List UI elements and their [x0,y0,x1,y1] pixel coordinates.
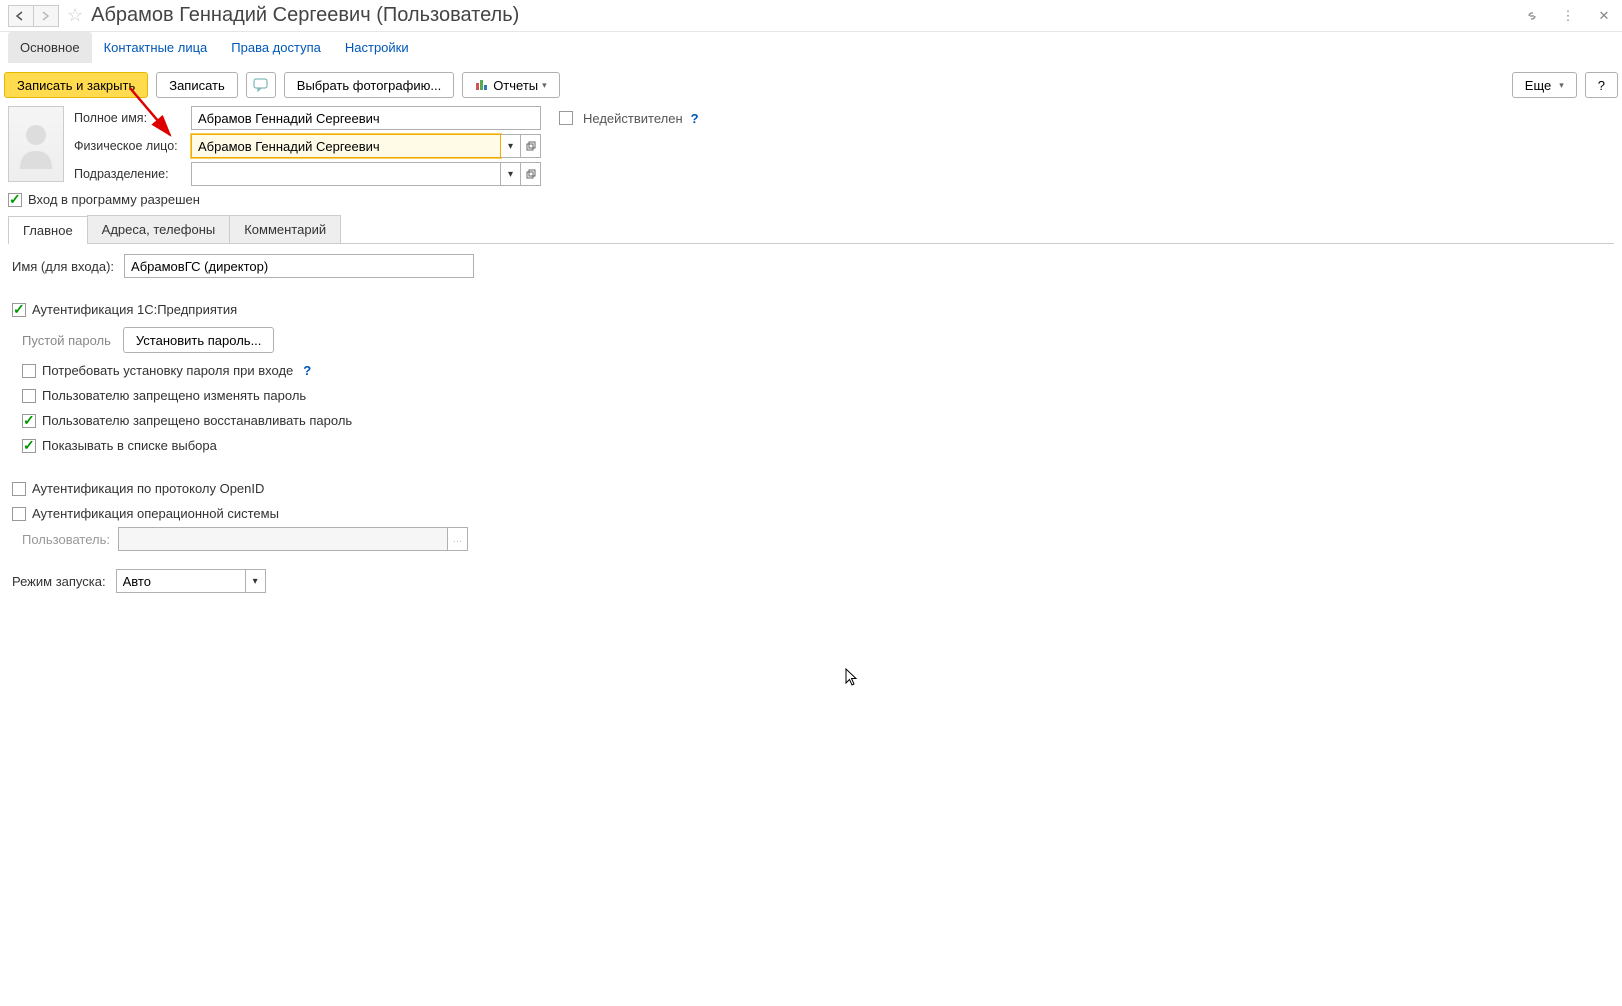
no-restore-label: Пользователю запрещено восстанавливать п… [42,413,352,428]
allow-login-checkbox[interactable] [8,193,22,207]
empty-password-text: Пустой пароль [22,333,111,348]
nav-forward-button[interactable] [33,5,59,27]
chevron-down-icon: ▾ [542,80,547,91]
main-nav-tabs: Основное Контактные лица Права доступа Н… [0,32,1622,64]
require-change-label: Потребовать установку пароля при входе [42,363,293,378]
invalid-help-icon[interactable]: ? [691,111,699,126]
person-open-button[interactable] [521,134,541,158]
help-button[interactable]: ? [1585,72,1618,98]
person-silhouette-icon [16,119,56,169]
speech-bubble-icon [253,78,269,92]
tab-main[interactable]: Основное [8,32,92,63]
window-header: ☆ Абрамов Геннадий Сергеевич (Пользовате… [0,0,1622,32]
mouse-cursor-icon [845,668,861,688]
close-icon[interactable]: ✕ [1594,6,1614,26]
show-in-list-label: Показывать в списке выбора [42,438,217,453]
department-input[interactable] [191,162,501,186]
save-and-close-button[interactable]: Записать и закрыть [4,72,148,98]
link-icon[interactable] [1522,6,1542,26]
report-icon [475,79,489,91]
login-label: Имя (для входа): [12,259,114,274]
nav-back-button[interactable] [8,5,34,27]
person-dropdown-button[interactable]: ▾ [501,134,521,158]
auth-1c-checkbox[interactable] [12,303,26,317]
launch-mode-label: Режим запуска: [12,574,106,589]
choose-photo-button[interactable]: Выбрать фотографию... [284,72,454,98]
full-name-input[interactable] [191,106,541,130]
openid-checkbox[interactable] [12,482,26,496]
os-user-label: Пользователь: [22,532,110,547]
no-change-label: Пользователю запрещено изменять пароль [42,388,306,403]
login-input[interactable] [124,254,474,278]
tab2-contacts[interactable]: Адреса, телефоны [87,215,231,243]
no-restore-checkbox[interactable] [22,414,36,428]
department-dropdown-button[interactable]: ▾ [501,162,521,186]
tab-contacts[interactable]: Контактные лица [92,32,220,63]
no-change-checkbox[interactable] [22,389,36,403]
os-user-input [118,527,448,551]
invalid-checkbox[interactable] [559,111,573,125]
tab-pane-main: Имя (для входа): Аутентификация 1С:Предп… [8,244,1614,603]
openid-label: Аутентификация по протоколу OpenID [32,481,264,496]
favorite-star-icon[interactable]: ☆ [67,5,83,26]
tab2-main[interactable]: Главное [8,216,88,244]
auth-1c-label: Аутентификация 1С:Предприятия [32,302,237,317]
window-title: Абрамов Геннадий Сергеевич (Пользователь… [91,4,519,27]
department-open-button[interactable] [521,162,541,186]
reports-button[interactable]: Отчеты ▾ [462,72,559,98]
person-label: Физическое лицо: [72,139,187,153]
person-input[interactable] [191,134,501,158]
tab-settings[interactable]: Настройки [333,32,421,63]
full-name-label: Полное имя: [72,111,187,125]
tab2-comment[interactable]: Комментарий [229,215,341,243]
secondary-tabs: Главное Адреса, телефоны Комментарий [8,215,1614,244]
os-auth-checkbox[interactable] [12,507,26,521]
require-change-checkbox[interactable] [22,364,36,378]
kebab-menu-icon[interactable]: ⋮ [1558,6,1578,26]
invalid-label: Недействителен [583,111,683,126]
photo-placeholder[interactable] [8,106,64,182]
discussion-button[interactable] [246,72,276,98]
launch-mode-dropdown-button[interactable]: ▾ [246,569,266,593]
launch-mode-select[interactable] [116,569,246,593]
allow-login-label: Вход в программу разрешен [28,192,200,207]
set-password-button[interactable]: Установить пароль... [123,327,274,353]
open-ref-icon [526,169,536,179]
tab-rights[interactable]: Права доступа [219,32,333,63]
toolbar: Записать и закрыть Записать Выбрать фото… [0,64,1622,106]
reports-label: Отчеты [493,78,538,93]
require-change-help-icon[interactable]: ? [303,363,311,378]
more-button[interactable]: Еще [1512,72,1577,98]
os-auth-label: Аутентификация операционной системы [32,506,279,521]
show-in-list-checkbox[interactable] [22,439,36,453]
department-label: Подразделение: [72,167,187,181]
os-user-browse-button: … [448,527,468,551]
open-ref-icon [526,141,536,151]
save-button[interactable]: Записать [156,72,238,98]
